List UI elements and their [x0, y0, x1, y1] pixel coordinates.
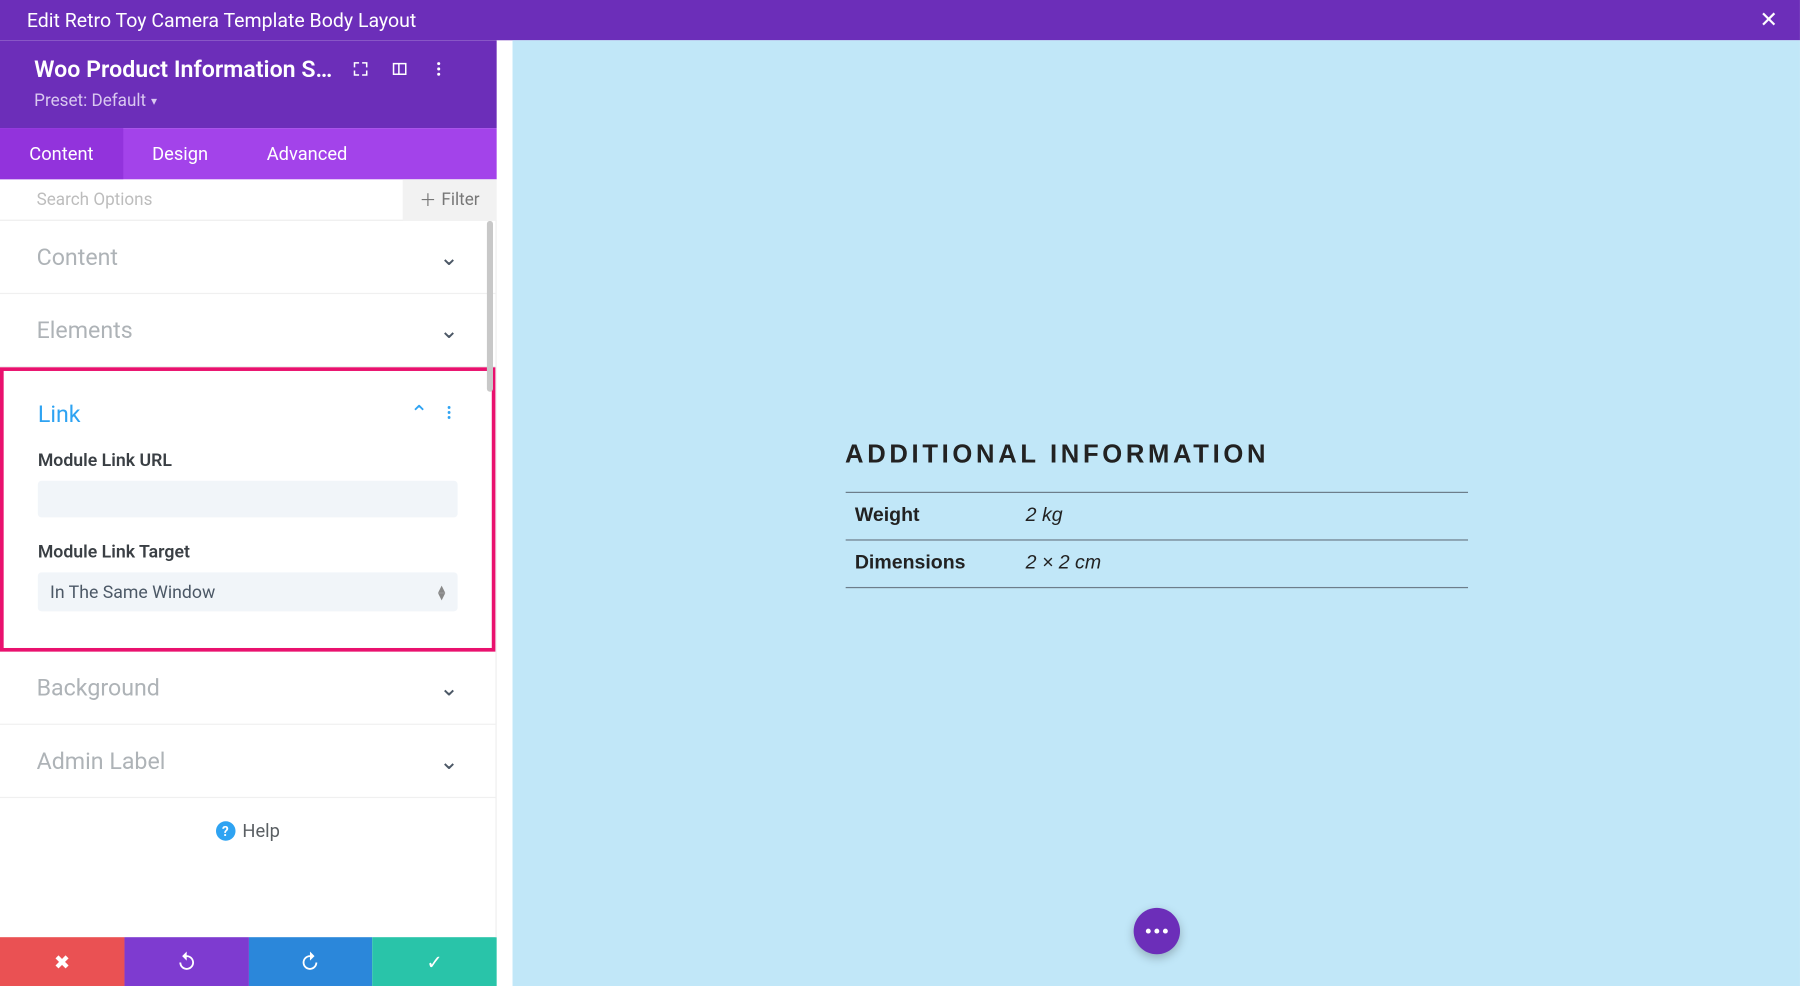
table-row: Dimensions 2 × 2 cm	[845, 540, 1467, 588]
link-url-input[interactable]	[38, 481, 458, 518]
footer-actions: ✖ ✓	[0, 937, 497, 986]
title-bar-text: Edit Retro Toy Camera Template Body Layo…	[27, 9, 416, 32]
search-input[interactable]: Search Options	[0, 190, 402, 210]
info-heading: ADDITIONAL INFORMATION	[845, 441, 1467, 470]
settings-sidebar: Woo Product Information S… Preset: Defau…	[0, 40, 497, 986]
preview-canvas: ADDITIONAL INFORMATION Weight 2 kg Dimen…	[513, 40, 1800, 986]
preset-dropdown[interactable]: Preset: Default ▾	[34, 92, 470, 112]
section-elements-label: Elements	[37, 316, 133, 344]
select-caret-icon: ▴▾	[438, 585, 445, 600]
section-admin-label: Admin Label	[37, 747, 166, 775]
filter-button[interactable]: ＋ Filter	[402, 179, 496, 220]
link-target-label: Module Link Target	[38, 542, 458, 563]
help-button[interactable]: ? Help	[0, 798, 495, 864]
cancel-button[interactable]: ✖	[0, 937, 124, 986]
redo-button[interactable]	[248, 937, 372, 986]
help-label: Help	[242, 820, 280, 842]
module-title: Woo Product Information S…	[34, 55, 332, 83]
floating-action-button[interactable]	[1133, 908, 1179, 954]
info-table: Weight 2 kg Dimensions 2 × 2 cm	[845, 492, 1467, 588]
panel-toggle-icon[interactable]	[388, 58, 410, 80]
section-content-label: Content	[37, 243, 118, 271]
section-admin-label-toggle[interactable]: Admin Label ⌄	[0, 725, 495, 797]
section-background-label: Background	[37, 674, 160, 702]
search-row: Search Options ＋ Filter	[0, 179, 497, 220]
caret-down-icon: ▾	[151, 95, 157, 108]
row-label: Weight	[845, 492, 1016, 540]
more-horiz-icon	[1145, 929, 1167, 934]
tab-content[interactable]: Content	[0, 128, 123, 179]
section-link-panel: Link ⌃ Module Link URL Module Link Targe…	[0, 367, 495, 651]
section-link-title[interactable]: Link	[38, 400, 81, 428]
undo-button[interactable]	[124, 937, 248, 986]
link-target-select[interactable]: In The Same Window ▴▾	[38, 572, 458, 611]
save-button[interactable]: ✓	[372, 937, 496, 986]
chevron-down-icon: ⌄	[439, 674, 458, 702]
scrollbar-thumb[interactable]	[487, 221, 493, 392]
row-label: Dimensions	[845, 540, 1016, 588]
chevron-down-icon: ⌄	[439, 747, 458, 775]
additional-info-block: ADDITIONAL INFORMATION Weight 2 kg Dimen…	[845, 441, 1467, 589]
section-background-toggle[interactable]: Background ⌄	[0, 652, 495, 724]
row-value: 2 × 2 cm	[1016, 540, 1468, 588]
table-row: Weight 2 kg	[845, 492, 1467, 540]
plus-icon: ＋	[419, 187, 436, 211]
chevron-up-icon[interactable]: ⌃	[410, 401, 428, 427]
module-header: Woo Product Information S… Preset: Defau…	[0, 40, 497, 128]
settings-tabs: Content Design Advanced	[0, 128, 497, 179]
chevron-down-icon: ⌄	[439, 316, 458, 344]
link-url-label: Module Link URL	[38, 450, 458, 471]
chevron-down-icon: ⌄	[439, 243, 458, 271]
link-target-value: In The Same Window	[50, 581, 215, 602]
help-icon: ?	[216, 821, 236, 841]
more-vert-icon[interactable]	[428, 58, 450, 80]
expand-full-icon[interactable]	[349, 58, 371, 80]
options-scroll-area: Content ⌄ Elements ⌄ Link ⌃	[0, 221, 497, 937]
title-bar: Edit Retro Toy Camera Template Body Layo…	[0, 0, 1800, 40]
tab-design[interactable]: Design	[123, 128, 238, 179]
section-content-toggle[interactable]: Content ⌄	[0, 221, 495, 293]
close-icon[interactable]: ✕	[1752, 5, 1785, 36]
tab-advanced[interactable]: Advanced	[237, 128, 376, 179]
filter-label: Filter	[441, 190, 479, 210]
row-value: 2 kg	[1016, 492, 1468, 540]
preset-label: Preset: Default	[34, 92, 146, 112]
more-vert-icon[interactable]	[441, 403, 458, 426]
section-elements-toggle[interactable]: Elements ⌄	[0, 294, 495, 366]
